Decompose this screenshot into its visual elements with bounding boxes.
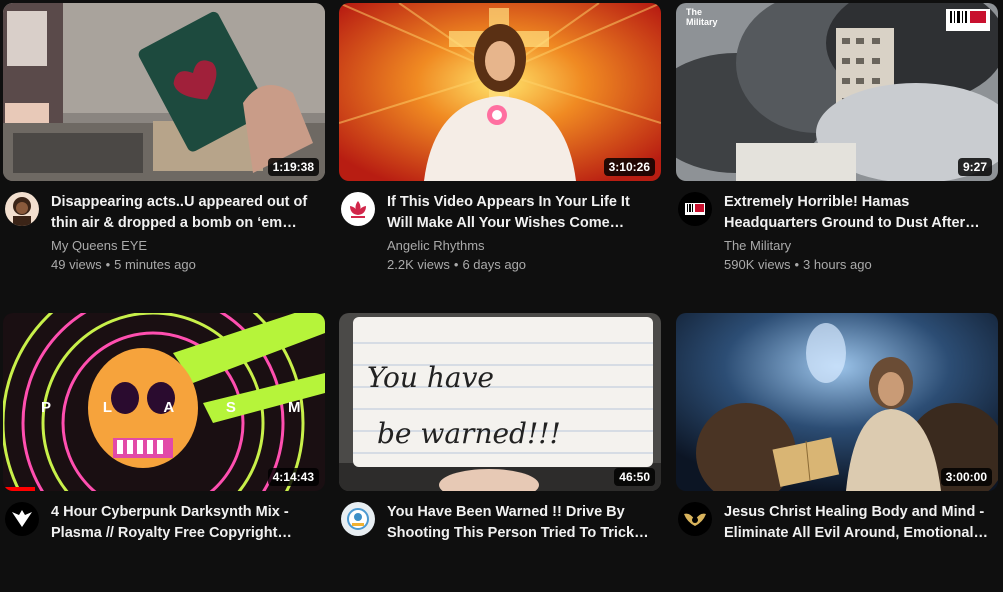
channel-avatar[interactable] (5, 192, 39, 226)
video-card[interactable]: 3:00:00 Jesus Christ Healing Body and Mi… (676, 313, 998, 541)
video-thumbnail[interactable]: The Military 9:27 (676, 3, 998, 181)
video-stats: 590K views • 3 hours ago (724, 257, 872, 272)
video-stats: 2.2K views • 6 days ago (387, 257, 527, 272)
video-card[interactable]: 1:19:38 Disappearing acts..U appeared ou… (3, 3, 325, 272)
video-title[interactable]: If This Video Appears In Your Life It Wi… (387, 192, 657, 234)
video-thumbnail[interactable]: P L A S M A 4:14:43 (3, 313, 325, 491)
video-thumbnail[interactable]: 3:00:00 (676, 313, 998, 491)
view-count: 49 views (51, 257, 102, 272)
video-meta: Disappearing acts..U appeared out of thi… (3, 192, 325, 282)
upload-age: 3 hours ago (803, 257, 872, 272)
video-grid: 1:19:38 Disappearing acts..U appeared ou… (0, 0, 1003, 546)
video-duration: 46:50 (614, 468, 655, 486)
channel-name[interactable]: The Military (724, 238, 791, 253)
upload-age: 5 minutes ago (114, 257, 196, 272)
video-meta: Extremely Horrible! Hamas Headquarters G… (676, 192, 998, 282)
video-duration: 1:19:38 (267, 158, 319, 176)
channel-name[interactable]: My Queens EYE (51, 238, 147, 253)
channel-avatar[interactable] (678, 192, 712, 226)
thumbnail-handwritten-line-1: You have (367, 361, 494, 394)
video-meta: Jesus Christ Healing Body and Mind - Eli… (676, 502, 998, 592)
channel-name[interactable]: Angelic Rhythms (387, 238, 485, 253)
video-duration: 4:14:43 (267, 468, 319, 486)
channel-avatar[interactable] (678, 502, 712, 536)
channel-avatar[interactable] (341, 502, 375, 536)
video-thumbnail[interactable]: 3:10:26 (339, 3, 661, 181)
thumbnail-handwritten-line-2: be warned!!! (377, 417, 561, 450)
video-meta: You Have Been Warned !! Drive By Shootin… (339, 502, 661, 592)
video-thumbnail[interactable]: You have be warned!!! 46:50 (339, 313, 661, 491)
video-meta: 4 Hour Cyberpunk Darksynth Mix - Plasma … (3, 502, 325, 592)
video-duration: 3:10:26 (603, 158, 655, 176)
video-duration: 3:00:00 (940, 468, 992, 486)
video-meta: If This Video Appears In Your Life It Wi… (339, 192, 661, 282)
view-count: 590K views (724, 257, 791, 272)
video-card[interactable]: P L A S M A 4:14:43 4 Hour Cyberpunk Dar… (3, 313, 325, 541)
video-stats: 49 views • 5 minutes ago (51, 257, 196, 272)
view-count: 2.2K views (387, 257, 450, 272)
video-duration: 9:27 (957, 158, 992, 176)
watch-progress-bar (3, 487, 36, 491)
channel-avatar[interactable] (5, 502, 39, 536)
video-card[interactable]: The Military 9:27 Extremely Horrible! Ha… (676, 3, 998, 272)
upload-age: 6 days ago (462, 257, 527, 272)
thumbnail-title-text: P L A S M A (41, 399, 325, 416)
video-thumbnail[interactable]: 1:19:38 (3, 3, 325, 181)
video-card[interactable]: You have be warned!!! 46:50 You Have Bee… (339, 313, 661, 541)
channel-avatar[interactable] (341, 192, 375, 226)
thumbnail-channel-watermark: The Military (686, 7, 718, 27)
video-title[interactable]: You Have Been Warned !! Drive By Shootin… (387, 502, 657, 544)
video-title[interactable]: 4 Hour Cyberpunk Darksynth Mix - Plasma … (51, 502, 321, 544)
video-title[interactable]: Extremely Horrible! Hamas Headquarters G… (724, 192, 994, 234)
video-card[interactable]: 3:10:26 If This Video Appears In Your Li… (339, 3, 661, 272)
video-title[interactable]: Disappearing acts..U appeared out of thi… (51, 192, 321, 234)
video-title[interactable]: Jesus Christ Healing Body and Mind - Eli… (724, 502, 994, 544)
